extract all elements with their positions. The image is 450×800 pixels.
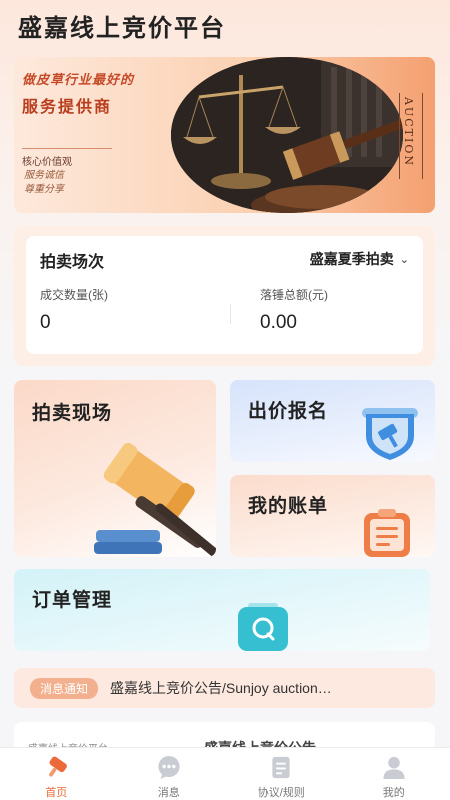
- banner-value: 尊重分享: [24, 184, 64, 195]
- message-icon: [158, 755, 180, 780]
- my-bill-tile[interactable]: 我的账单: [230, 475, 435, 557]
- bid-register-tile[interactable]: 出价报名: [230, 380, 435, 462]
- gavel-icon: [94, 442, 216, 557]
- shield-gavel-icon: [362, 408, 418, 460]
- tab-rules-label: 协议/规则: [257, 787, 305, 799]
- tab-rules[interactable]: 协议/规则: [225, 748, 338, 800]
- banner-rule: [399, 93, 400, 179]
- banner-value: 服务诚信: [24, 170, 64, 181]
- order-management-tile[interactable]: 订单管理: [14, 569, 430, 651]
- auction-live-tile[interactable]: 拍卖现场: [14, 380, 216, 557]
- deal-count-value: 0: [40, 312, 51, 333]
- page-title: 盛嘉线上竞价平台: [18, 13, 226, 42]
- order-management-title: 订单管理: [32, 590, 113, 611]
- tab-messages-label: 消息: [157, 787, 180, 799]
- auction-live-title: 拍卖现场: [32, 403, 113, 424]
- hammer-total-value: 0.00: [260, 312, 297, 333]
- session-panel: 拍卖场次 盛嘉夏季拍卖 ⌄ 成交数量(张) 0 落锤总额(元) 0.00: [26, 236, 423, 354]
- session-label: 拍卖场次: [40, 254, 105, 271]
- hammer-total-label: 落锤总额(元): [260, 288, 328, 302]
- notice-tag: 消息通知: [30, 677, 99, 699]
- tab-profile[interactable]: 我的: [338, 748, 450, 800]
- profile-icon: [383, 756, 405, 780]
- session-dropdown[interactable]: 盛嘉夏季拍卖 ⌄: [310, 249, 409, 269]
- promo-banner[interactable]: 做皮草行业最好的 服务提供商 核心价值观 服务诚信 尊重分享 AUCTION: [14, 57, 435, 213]
- home-icon: [49, 756, 68, 777]
- session-selected-value: 盛嘉夏季拍卖: [309, 251, 394, 267]
- notice-text[interactable]: 盛嘉线上竞价公告/Sunjoy auction…: [110, 678, 332, 698]
- banner-rule: [422, 93, 423, 179]
- tab-messages[interactable]: 消息: [113, 748, 226, 800]
- session-card: 拍卖场次 盛嘉夏季拍卖 ⌄ 成交数量(张) 0 落锤总额(元) 0.00: [14, 226, 435, 366]
- stat-divider: [230, 304, 231, 324]
- clipboard-icon: [364, 509, 410, 557]
- tab-home[interactable]: 首页: [0, 748, 113, 800]
- gavel-scales-photo: [171, 57, 403, 213]
- tab-home-label: 首页: [45, 787, 68, 799]
- bid-register-title: 出价报名: [248, 401, 329, 422]
- document-icon: [272, 756, 290, 779]
- banner-slogan-line2: 服务提供商: [22, 97, 113, 116]
- banner-divider: [22, 148, 112, 149]
- banner-side-text: AUCTION: [402, 97, 415, 167]
- notice-bar[interactable]: 消息通知 盛嘉线上竞价公告/Sunjoy auction…: [14, 668, 435, 708]
- chevron-down-icon: ⌄: [399, 253, 409, 266]
- deal-count-label: 成交数量(张): [40, 288, 108, 302]
- order-bag-icon: [238, 603, 288, 651]
- my-bill-title: 我的账单: [248, 496, 329, 517]
- banner-slogan-line1: 做皮草行业最好的: [22, 73, 135, 88]
- tab-profile-label: 我的: [382, 787, 405, 799]
- bottom-tab-bar: 首页 消息 协议/规则 我的: [0, 747, 450, 800]
